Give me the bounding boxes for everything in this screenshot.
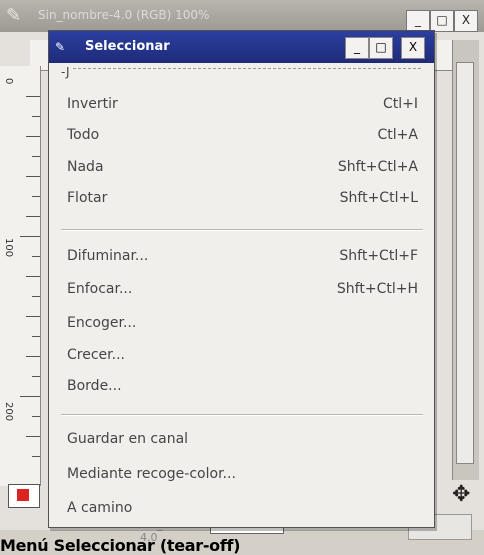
gimp-wilber-icon: ✎ <box>6 5 22 26</box>
menu-item-enfocar[interactable]: Enfocar... Shft+Ctl+H <box>49 274 434 304</box>
scrollbar-thumb[interactable] <box>456 62 474 464</box>
menu-item-guardar-en-canal[interactable]: Guardar en canal <box>49 424 434 454</box>
menu-separator <box>61 414 423 416</box>
menu-item-label: Encoger... <box>67 315 137 331</box>
select-menu-window: ✎ Seleccionar _ □ X -J Invertir Ctl+I To… <box>48 30 435 528</box>
navigate-icon[interactable]: ✥ <box>452 484 470 506</box>
menu-separator <box>61 229 423 231</box>
quickmask-toggle-icon[interactable] <box>8 484 40 508</box>
menu-item-todo[interactable]: Todo Ctl+A <box>49 120 434 150</box>
menu-item-label: Crecer... <box>67 347 125 363</box>
menu-item-label: A camino <box>67 500 133 516</box>
menu-item-nada[interactable]: Nada Shft+Ctl+A <box>49 152 434 182</box>
menu-item-flotar[interactable]: Flotar Shft+Ctl+L <box>49 183 434 213</box>
menu-item-difuminar[interactable]: Difuminar... Shft+Ctl+F <box>49 241 434 271</box>
select-menu-titlebar[interactable]: ✎ Seleccionar _ □ X <box>49 31 434 63</box>
close-button[interactable]: X <box>401 37 425 59</box>
menu-item-shortcut: Shft+Ctl+A <box>337 159 418 175</box>
vertical-ruler[interactable]: 0 100 200 <box>0 66 41 486</box>
menu-item-crecer[interactable]: Crecer... <box>49 340 434 370</box>
menu-item-shortcut: Shft+Ctl+F <box>339 248 418 264</box>
menu-item-label: Todo <box>67 127 100 143</box>
tearoff-line <box>73 68 421 69</box>
menu-item-label: Flotar <box>67 190 108 206</box>
image-minimize-button[interactable]: _ <box>406 10 430 32</box>
ruler-label: 100 <box>3 238 14 258</box>
menu-item-label: Difuminar... <box>67 248 149 264</box>
image-maximize-button[interactable]: □ <box>430 10 454 32</box>
menu-item-mediante-recoge-color[interactable]: Mediante recoge-color... <box>49 459 434 489</box>
maximize-button[interactable]: □ <box>369 37 393 59</box>
menu-item-label: Invertir <box>67 96 118 112</box>
menu-item-shortcut: Shft+Ctl+L <box>339 190 418 206</box>
window-menu-icon[interactable]: ✎ <box>55 37 65 57</box>
menu-item-borde[interactable]: Borde... <box>49 371 434 401</box>
menu-item-label: Enfocar... <box>67 281 133 297</box>
menu-item-shortcut: Shft+Ctl+H <box>336 281 418 297</box>
image-window-titlebar: ✎ Sin_nombre-4.0 (RGB) 100% _ □ X <box>0 0 484 32</box>
ruler-label: 200 <box>3 402 14 422</box>
image-close-button[interactable]: X <box>454 10 478 32</box>
menu-item-shortcut: Ctl+I <box>382 96 418 112</box>
menu-item-label: Nada <box>67 159 104 175</box>
vertical-scrollbar[interactable] <box>452 40 479 480</box>
ruler-label: 0 <box>3 78 14 85</box>
caption: Menú Seleccionar (tear-off) <box>0 536 241 555</box>
minimize-button[interactable]: _ <box>345 37 369 59</box>
menu-item-encoger[interactable]: Encoger... <box>49 308 434 338</box>
menu-item-a-camino[interactable]: A camino <box>49 493 434 523</box>
menu-item-shortcut: Ctl+A <box>377 127 418 143</box>
menu-item-label: Borde... <box>67 378 122 394</box>
menu-item-label: Mediante recoge-color... <box>67 466 236 482</box>
select-menu-title: Seleccionar <box>85 39 170 54</box>
menu-item-label: Guardar en canal <box>67 431 189 447</box>
image-window-title: Sin_nombre-4.0 (RGB) 100% <box>38 8 210 22</box>
menu-item-invertir[interactable]: Invertir Ctl+I <box>49 89 434 119</box>
